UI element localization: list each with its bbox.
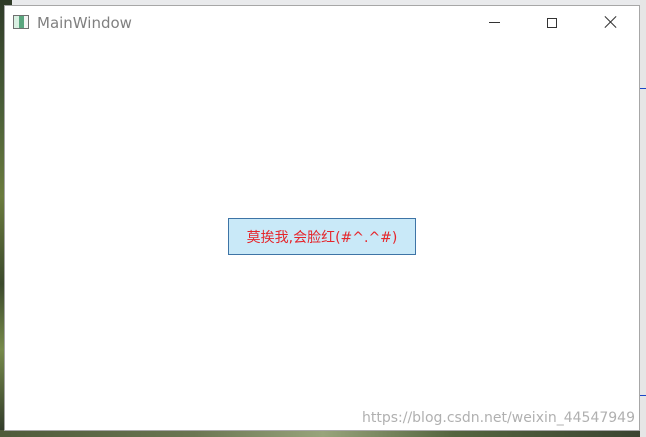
window-client-area: 莫挨我,会脸红(#^.^#) xyxy=(5,38,639,430)
background-window-line xyxy=(640,88,646,89)
close-icon xyxy=(603,15,617,29)
background-window-edge xyxy=(640,0,646,437)
minimize-icon xyxy=(488,22,500,23)
watermark-text: https://blog.csdn.net/weixin_44547949 xyxy=(361,410,635,426)
app-window-icon xyxy=(13,15,29,29)
title-bar[interactable]: MainWindow xyxy=(5,6,639,38)
window-title: MainWindow xyxy=(37,14,132,32)
maximize-button[interactable] xyxy=(523,6,581,38)
main-window: MainWindow 莫挨我,会脸红(#^.^#) https://blog.c… xyxy=(4,5,640,431)
window-controls xyxy=(465,6,639,38)
maximize-icon xyxy=(547,17,557,28)
background-window-line xyxy=(640,395,646,396)
desktop-background-bottom xyxy=(0,430,646,437)
close-button[interactable] xyxy=(581,6,639,38)
shy-button[interactable]: 莫挨我,会脸红(#^.^#) xyxy=(228,218,416,255)
minimize-button[interactable] xyxy=(465,6,523,38)
